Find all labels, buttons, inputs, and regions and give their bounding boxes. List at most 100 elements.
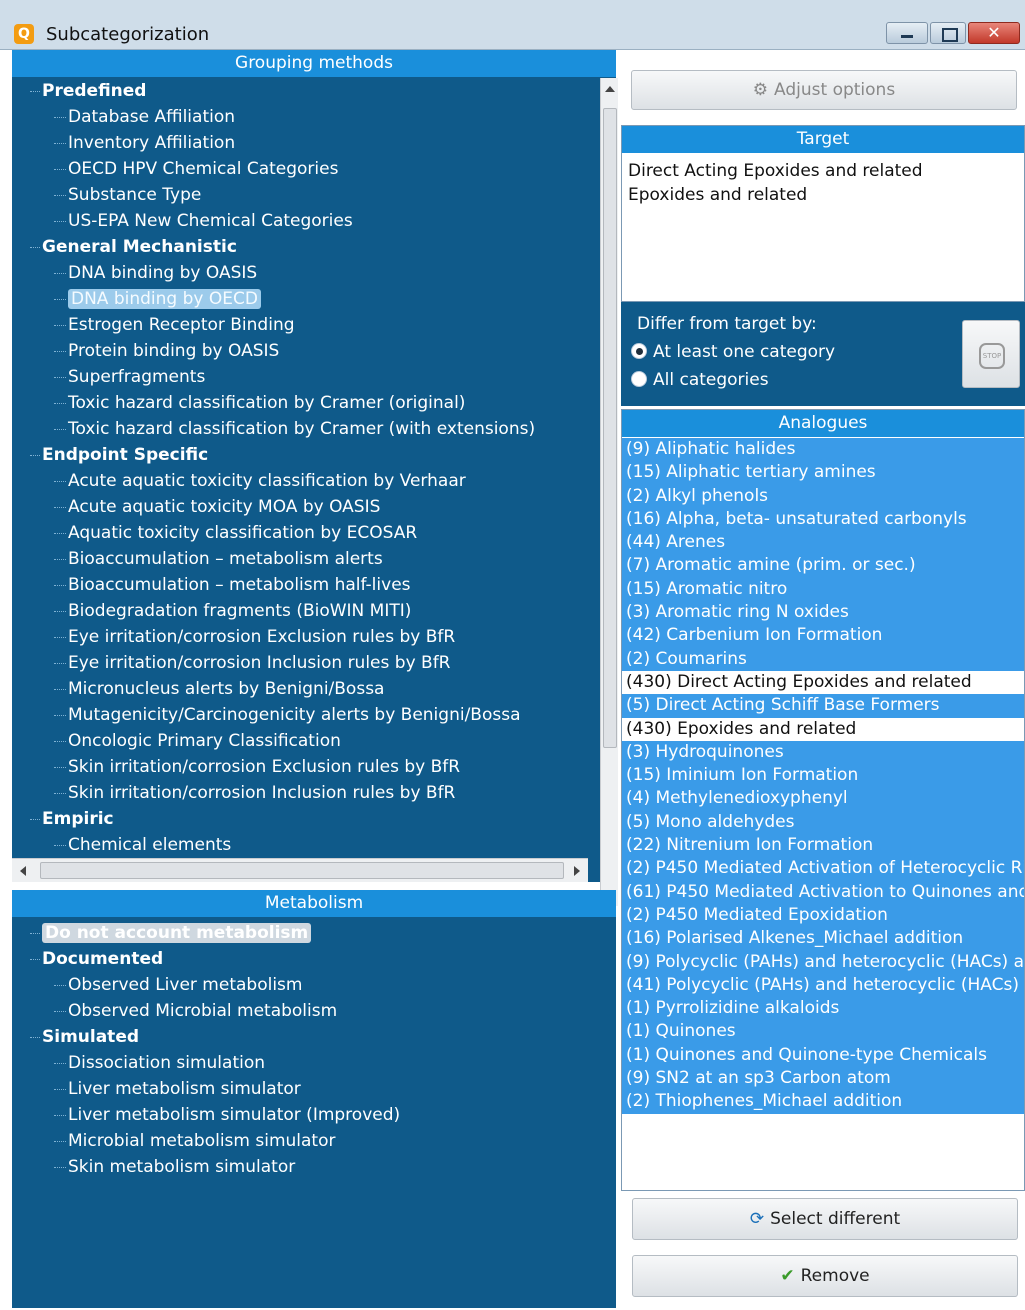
adjust-options-button[interactable]: ⚙ Adjust options [631,70,1017,110]
tree-group[interactable]: Simulated [12,1024,616,1050]
tree-item[interactable]: Acute aquatic toxicity MOA by OASIS [12,494,592,520]
tree-item[interactable]: Acute aquatic toxicity classification by… [12,468,592,494]
analogues-list: (9) Aliphatic halides (15) Aliphatic tert… [622,438,1024,1114]
analogue-item[interactable]: (5) Direct Acting Schiff Base Formers [622,694,1024,718]
analogue-item[interactable]: (5) Mono aldehydes [622,810,1024,835]
analogue-item[interactable]: (1) Quinones and Quinone-type Chemicals [622,1043,1024,1068]
minimize-button[interactable] [886,22,928,44]
analogue-item[interactable]: (7) Aromatic amine (prim. or sec.) [622,554,1024,578]
analogue-item[interactable]: (430) Epoxides and related [622,717,1024,741]
tree-item[interactable]: Skin metabolism simulator [12,1154,616,1180]
radio-at-least-one[interactable]: At least one category [631,342,835,362]
select-different-button[interactable]: ⟳ Select different [632,1198,1018,1240]
analogue-item[interactable]: (3) Hydroquinones [622,740,1024,765]
analogue-item[interactable]: (1) Quinones [622,1020,1024,1044]
tree-group[interactable]: Predefined [12,78,592,104]
differ-label: Differ from target by: [637,314,817,334]
analogues-header: Analogues [622,410,1024,437]
scroll-left-icon[interactable] [20,866,26,876]
radio-all-categories[interactable]: All categories [631,370,769,390]
tree-item[interactable]: Substance Type [12,182,592,208]
radio-selected-icon [631,343,647,359]
analogue-item[interactable]: (44) Arenes [622,531,1024,555]
target-item[interactable]: Epoxides and related [628,183,1018,207]
analogue-item[interactable]: (42) Carbenium Ion Formation [622,624,1024,648]
analogue-item[interactable]: (4) Methylenedioxyphenyl [622,787,1024,811]
tree-item[interactable]: Observed Microbial metabolism [12,998,616,1024]
tree-item-label: US-EPA New Chemical Categories [68,211,353,231]
stop-button[interactable]: STOP [962,320,1020,388]
scroll-right-icon[interactable] [574,866,580,876]
remove-button[interactable]: ✔ Remove [632,1255,1018,1297]
scroll-up-icon[interactable] [605,86,615,92]
tree-item[interactable]: Liver metabolism simulator (Improved) [12,1102,616,1128]
tree-item[interactable]: Skin irritation/corrosion Exclusion rule… [12,754,592,780]
tree-item[interactable]: Liver metabolism simulator [12,1076,616,1102]
maximize-button[interactable] [930,22,966,44]
tree-item[interactable]: Dissociation simulation [12,1050,616,1076]
tree-item[interactable]: Microbial metabolism simulator [12,1128,616,1154]
tree-group[interactable]: General Mechanistic [12,234,592,260]
analogue-item[interactable]: (2) Thiophenes_Michael addition [622,1090,1024,1114]
tree-group[interactable]: Endpoint Specific [12,442,592,468]
tree-item[interactable]: Eye irritation/corrosion Inclusion rules… [12,650,592,676]
analogue-item[interactable]: (2) Alkyl phenols [622,484,1024,508]
analogue-item[interactable]: (2) P450 Mediated Activation of Heterocy… [622,857,1024,881]
window-title: Subcategorization [46,24,210,45]
tree-item-label: OECD HPV Chemical Categories [68,159,339,179]
tree-item[interactable]: Skin irritation/corrosion Inclusion rule… [12,780,592,806]
tree-item[interactable]: Observed Liver metabolism [12,972,616,998]
analogue-item[interactable]: (430) Direct Acting Epoxides and related [622,670,1024,695]
analogue-item[interactable]: (16) Polarised Alkenes_Michael addition [622,927,1024,951]
tree-item-label: Chemical elements [68,835,232,855]
tree-item[interactable]: Micronucleus alerts by Benigni/Bossa [12,676,592,702]
tree-item-label: Mutagenicity/Carcinogenicity alerts by B… [68,705,521,725]
tree-item[interactable]: Chemical elements [12,832,592,858]
metabolism-option-do-not-account[interactable]: Do not account metabolism [12,920,616,946]
analogue-item[interactable]: (2) Coumarins [622,647,1024,671]
scroll-thumb[interactable] [603,108,617,748]
tree-item[interactable]: Estrogen Receptor Binding [12,312,592,338]
target-item[interactable]: Direct Acting Epoxides and related [628,159,1018,183]
tree-group[interactable]: Empiric [12,806,592,832]
tree-item[interactable]: Oncologic Primary Classification [12,728,592,754]
tree-item[interactable]: Bioaccumulation – metabolism half-lives [12,572,592,598]
tree-group[interactable]: Documented [12,946,616,972]
analogue-item[interactable]: (9) Polycyclic (PAHs) and heterocyclic (… [622,950,1024,974]
target-header: Target [622,126,1024,153]
analogue-item[interactable]: (15) Aliphatic tertiary amines [622,461,1024,485]
tree-item[interactable]: Database Affiliation [12,104,592,130]
tree-item[interactable]: OECD HPV Chemical Categories [12,156,592,182]
analogue-item[interactable]: (41) Polycyclic (PAHs) and heterocyclic … [622,973,1024,998]
tree-item-label: DNA binding by OASIS [68,263,258,283]
scroll-thumb[interactable] [40,862,564,879]
tree-item-label: Acute aquatic toxicity classification by… [68,471,466,491]
tree-item[interactable]: Bioaccumulation – metabolism alerts [12,546,592,572]
tree-item[interactable]: DNA binding by OECD [12,286,592,312]
tree-item[interactable]: Eye irritation/corrosion Exclusion rules… [12,624,592,650]
grouping-horizontal-scrollbar[interactable] [12,858,588,882]
grouping-vertical-scrollbar[interactable] [600,78,618,906]
tree-item[interactable]: DNA binding by OASIS [12,260,592,286]
tree-item[interactable]: Biodegradation fragments (BioWIN MITI) [12,598,592,624]
tree-item[interactable]: Superfragments [12,364,592,390]
analogue-item[interactable]: (9) SN2 at an sp3 Carbon atom [622,1067,1024,1091]
analogue-item[interactable]: (3) Aromatic ring N oxides [622,601,1024,625]
analogue-item[interactable]: (9) Aliphatic halides [622,438,1024,462]
analogue-item[interactable]: (61) P450 Mediated Activation to Quinone… [622,880,1024,904]
analogue-item[interactable]: (22) Nitrenium Ion Formation [622,834,1024,858]
tree-item[interactable]: US-EPA New Chemical Categories [12,208,592,234]
tree-item[interactable]: Toxic hazard classification by Cramer (o… [12,390,592,416]
tree-item[interactable]: Mutagenicity/Carcinogenicity alerts by B… [12,702,592,728]
analogue-item[interactable]: (15) Aromatic nitro [622,577,1024,602]
analogue-item[interactable]: (1) Pyrrolizidine alkaloids [622,997,1024,1021]
tree-item[interactable]: Toxic hazard classification by Cramer (w… [12,416,592,442]
analogue-item[interactable]: (15) Iminium Ion Formation [622,764,1024,788]
analogue-item[interactable]: (16) Alpha, beta- unsaturated carbonyls [622,507,1024,532]
tree-item[interactable]: Inventory Affiliation [12,130,592,156]
tree-item[interactable]: Protein binding by OASIS [12,338,592,364]
tree-item[interactable]: Aquatic toxicity classification by ECOSA… [12,520,592,546]
close-button[interactable]: ✕ [968,22,1020,44]
grouping-methods-panel: Grouping methods Predefined Database Affi… [12,50,618,906]
analogue-item[interactable]: (2) P450 Mediated Epoxidation [622,903,1024,928]
